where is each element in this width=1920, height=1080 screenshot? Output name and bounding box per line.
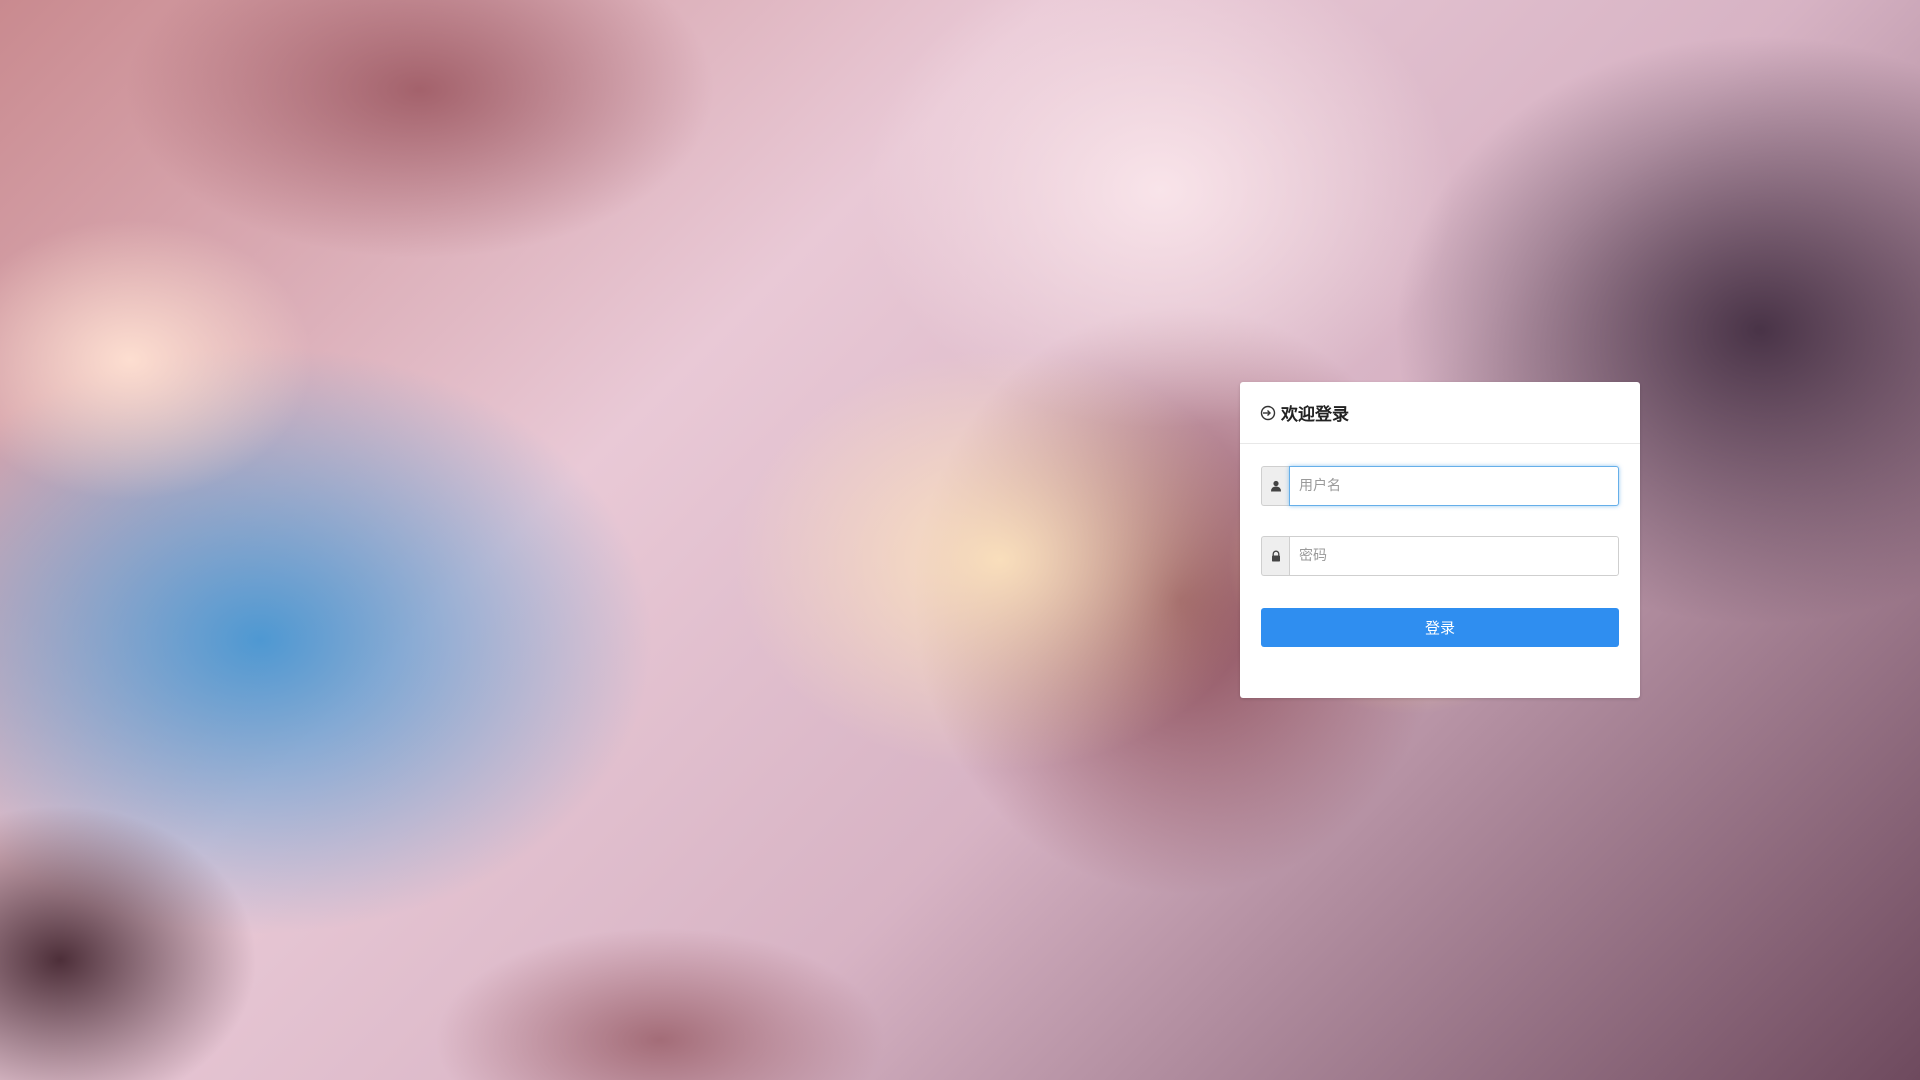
login-panel-header: 欢迎登录	[1240, 382, 1640, 444]
login-title: 欢迎登录	[1281, 405, 1349, 425]
password-input[interactable]	[1289, 536, 1619, 576]
password-input-group	[1261, 536, 1619, 576]
login-panel: 欢迎登录 登录	[1240, 382, 1640, 698]
username-input[interactable]	[1289, 466, 1619, 506]
login-arrow-icon	[1260, 405, 1276, 421]
user-icon	[1261, 466, 1289, 506]
lock-icon	[1261, 536, 1289, 576]
login-button[interactable]: 登录	[1261, 608, 1619, 647]
username-input-group	[1261, 466, 1619, 506]
